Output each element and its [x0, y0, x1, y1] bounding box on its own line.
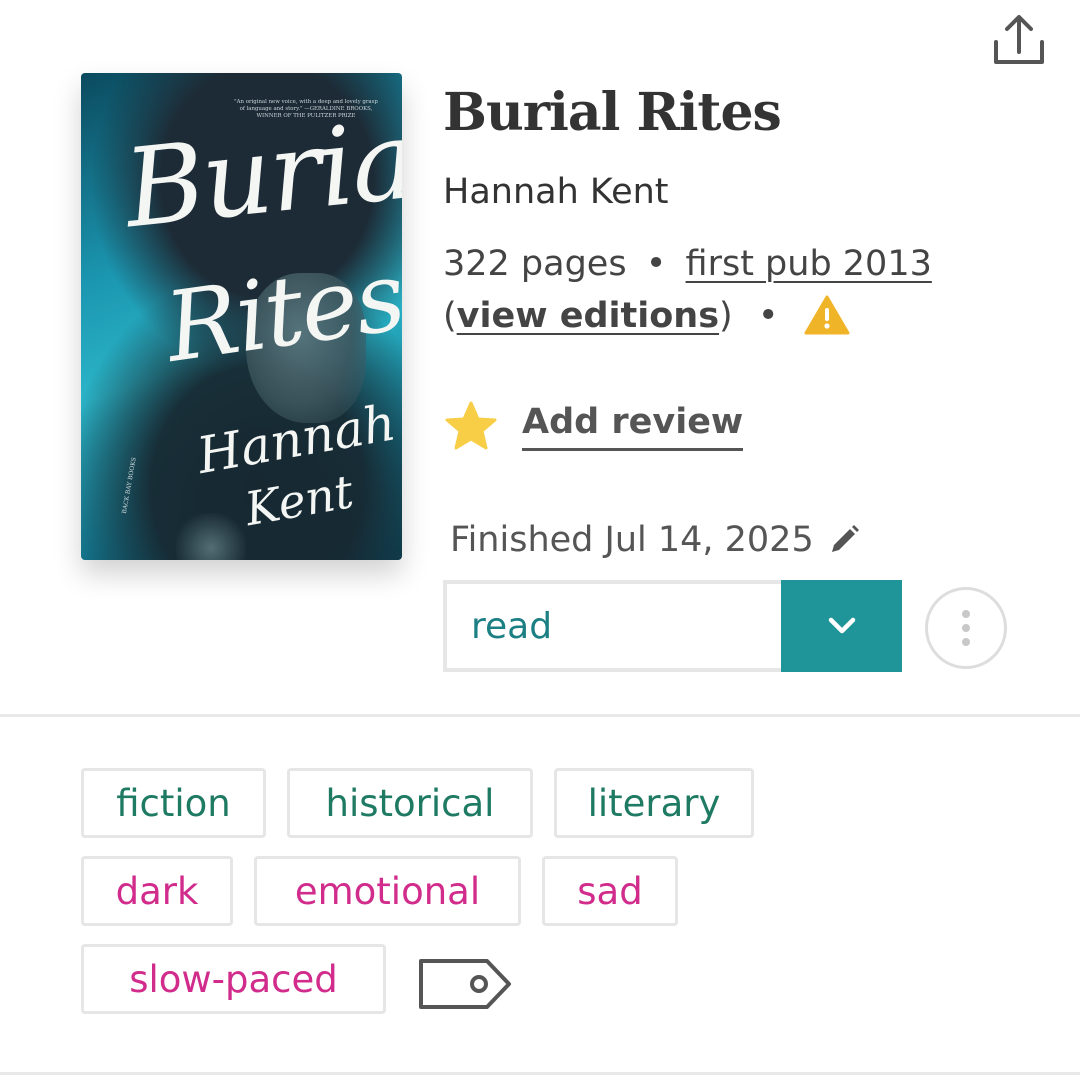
more-options-button[interactable]	[925, 587, 1007, 669]
book-author[interactable]: Hannah Kent	[443, 172, 669, 212]
mood-tag-emotional[interactable]: emotional	[254, 856, 521, 926]
section-divider	[0, 714, 1080, 717]
genre-tag-fiction[interactable]: fiction	[81, 768, 266, 838]
meta-bullet: •	[645, 244, 667, 284]
finished-label: Finished Jul 14, 2025	[450, 520, 814, 560]
view-editions-link[interactable]: view editions	[457, 296, 719, 336]
cover-hand	[176, 513, 246, 560]
mood-tag-slow-paced[interactable]: slow-paced	[81, 944, 386, 1014]
chevron-down-icon	[828, 617, 855, 634]
warning-icon[interactable]	[804, 295, 850, 335]
status-value: read	[443, 580, 781, 672]
pencil-icon[interactable]	[826, 522, 862, 558]
star-icon	[445, 401, 497, 450]
book-title: Burial Rites	[443, 82, 782, 143]
tag-icon[interactable]	[417, 955, 513, 1013]
mood-tag-sad[interactable]: sad	[542, 856, 678, 926]
first-pub-link[interactable]: first pub 2013	[686, 244, 932, 284]
more-vertical-icon-dot	[962, 624, 970, 632]
more-vertical-icon-dot	[962, 638, 970, 646]
open-paren: (	[443, 296, 457, 336]
page-count: 322 pages	[443, 244, 627, 284]
more-vertical-icon-dot	[962, 610, 970, 618]
cover-title-line1: Burial	[119, 94, 402, 253]
add-review-label: Add review	[522, 402, 744, 451]
share-icon	[994, 15, 1044, 64]
share-button[interactable]	[990, 12, 1048, 68]
status-dropdown-button[interactable]	[781, 580, 902, 672]
finished-date: Finished Jul 14, 2025	[450, 520, 862, 560]
meta-bullet-2: •	[757, 296, 779, 336]
genre-tag-historical[interactable]: historical	[287, 768, 533, 838]
cover-publisher: BACK BAY BOOKS	[121, 456, 138, 515]
bottom-divider	[0, 1072, 1080, 1075]
reading-status-select[interactable]: read	[443, 580, 902, 672]
book-cover[interactable]: "An original new voice, with a deep and …	[81, 73, 402, 560]
mood-tag-dark[interactable]: dark	[81, 856, 233, 926]
genre-tag-literary[interactable]: literary	[554, 768, 754, 838]
add-review-button[interactable]: Add review	[444, 394, 744, 458]
close-paren: )	[719, 296, 733, 336]
book-meta: 322 pages • first pub 2013 (view edition…	[443, 238, 1003, 342]
